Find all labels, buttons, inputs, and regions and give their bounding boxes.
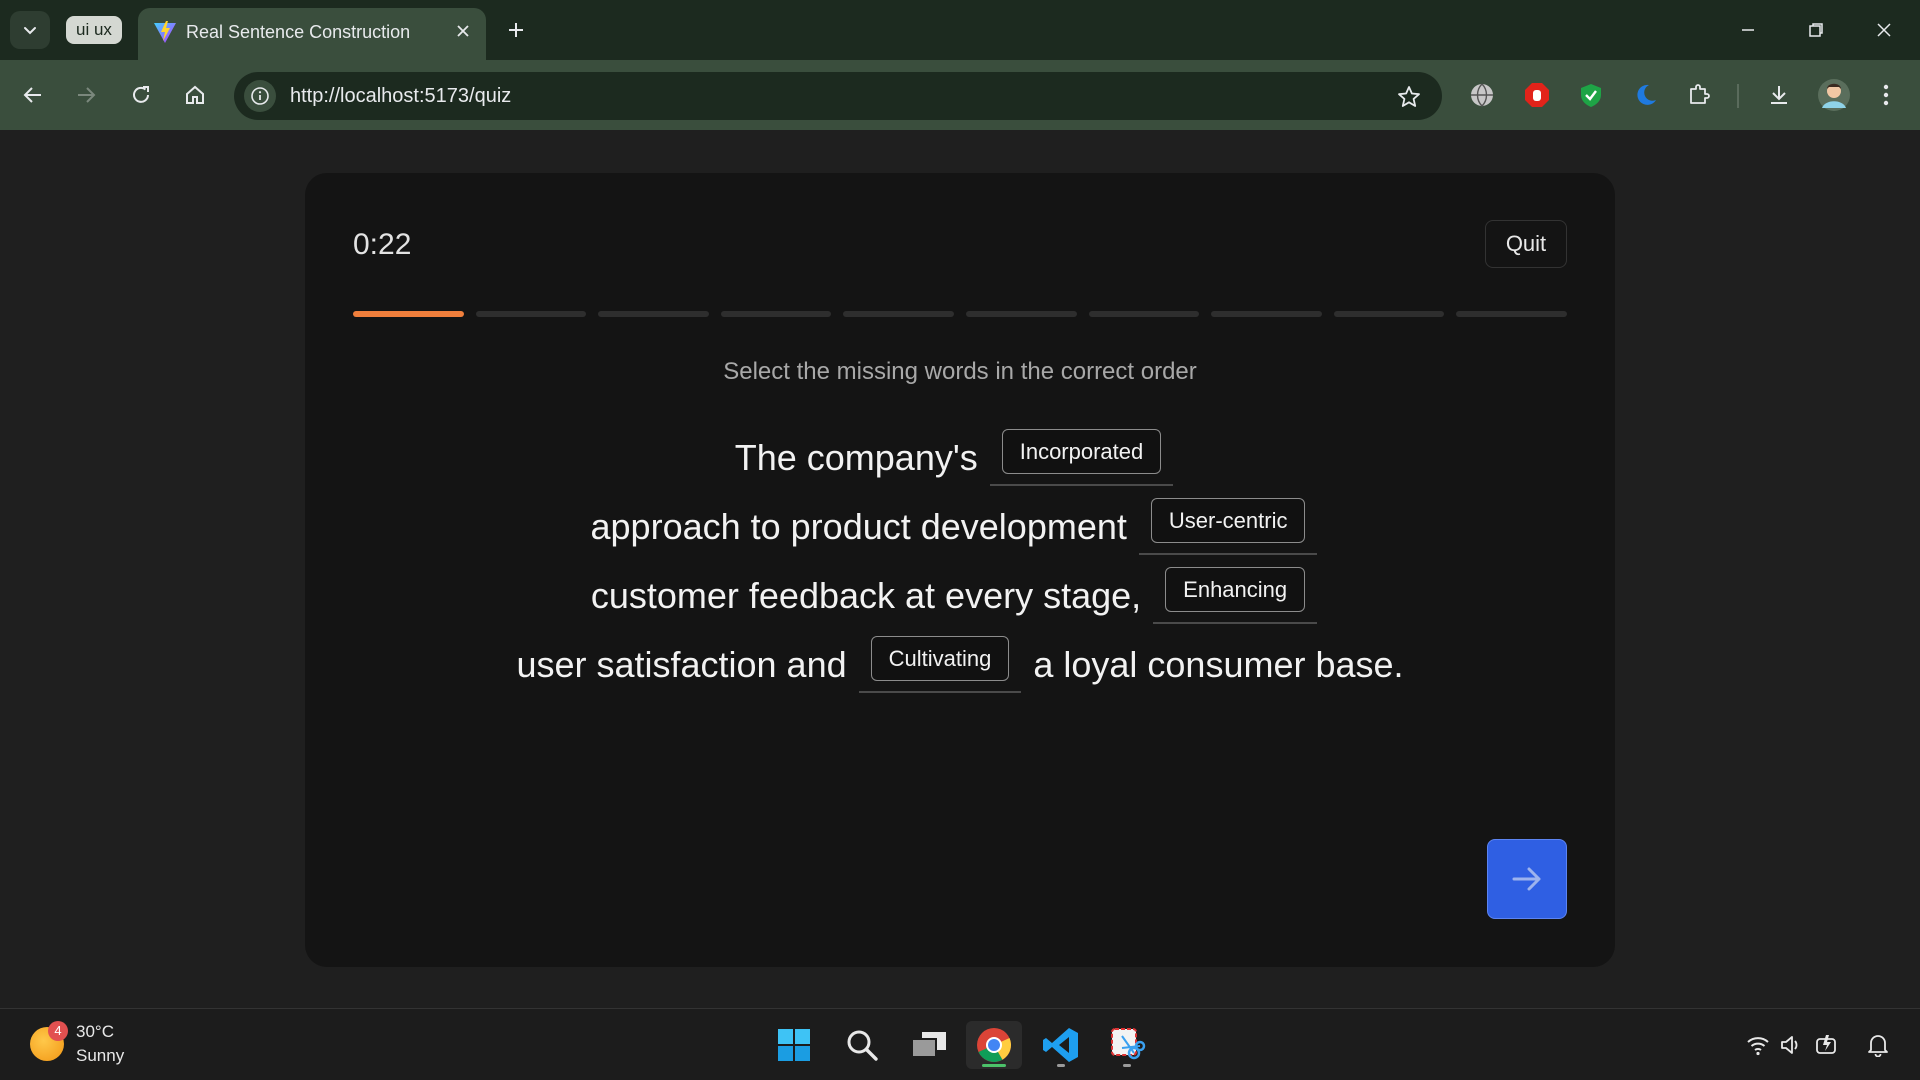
shield-check-icon[interactable] (1576, 80, 1606, 110)
sentence-text: The company's (734, 436, 978, 478)
new-tab-plus-icon[interactable] (500, 14, 532, 46)
progress-segment (475, 311, 587, 317)
browser-toolbar: http://localhost:5173/quiz (0, 60, 1920, 130)
site-info-icon[interactable] (244, 80, 276, 112)
browser-tabstrip: ui ux Real Sentence Construction (0, 0, 1920, 60)
word-chip-2[interactable]: User-centric (1150, 498, 1306, 543)
forward-arrow-icon[interactable] (66, 75, 106, 115)
address-bar[interactable]: http://localhost:5173/quiz (234, 72, 1442, 120)
toolbar-divider (1737, 84, 1739, 108)
quiz-card: 0:22 Quit Select the missing words in th… (305, 173, 1615, 967)
running-indicator (982, 1064, 1006, 1067)
weather-notification-badge: 4 (48, 1021, 68, 1041)
weather-temperature[interactable]: 30°C (76, 1022, 114, 1042)
sentence-text: a loyal consumer base. (1033, 643, 1404, 685)
progress-segment-current (353, 311, 464, 317)
tab-title: Real Sentence Construction (186, 22, 411, 42)
download-icon[interactable] (1764, 80, 1794, 110)
sentence-text: user satisfaction and (516, 643, 847, 685)
sentence-line: user satisfaction and Cultivating a loya… (305, 630, 1615, 699)
blank-slot-1[interactable]: Incorporated (989, 429, 1174, 486)
vite-logo-icon (154, 21, 176, 43)
progress-segment (1456, 311, 1567, 317)
dark-mode-moon-icon[interactable] (1630, 80, 1660, 110)
active-tab[interactable]: Real Sentence Construction (138, 8, 486, 60)
url-text[interactable]: http://localhost:5173/quiz (290, 85, 511, 108)
blank-slot-3[interactable]: Enhancing (1153, 567, 1318, 624)
os-taskbar: 4 30°C Sunny (0, 1008, 1920, 1080)
progress-segment (720, 311, 832, 317)
chrome-taskbar-icon[interactable] (966, 1021, 1022, 1069)
sentence-text: customer feedback at every stage, (590, 574, 1142, 616)
sentence-line: The company's Incorporated (305, 423, 1615, 492)
vscode-taskbar-icon[interactable] (1033, 1021, 1089, 1069)
tab-search-button[interactable] (10, 11, 50, 49)
word-chip-3[interactable]: Enhancing (1165, 567, 1306, 612)
sentence-area: The company's Incorporated approach to p… (305, 423, 1615, 699)
battery-charging-icon[interactable] (1813, 1031, 1841, 1059)
quiz-timer: 0:22 (353, 228, 412, 261)
weather-condition[interactable]: Sunny (76, 1046, 124, 1066)
tab-group-chip[interactable]: ui ux (66, 16, 122, 44)
minimize-icon[interactable] (1726, 10, 1770, 50)
blank-slot-2[interactable]: User-centric (1138, 498, 1318, 555)
progress-segment (598, 311, 709, 317)
close-window-icon[interactable] (1862, 10, 1906, 50)
sentence-text: approach to product development (590, 505, 1127, 547)
progress-segment (1333, 311, 1445, 317)
quit-button[interactable]: Quit (1485, 220, 1567, 268)
home-icon[interactable] (175, 75, 215, 115)
progress-segment (1088, 311, 1200, 317)
sentence-line: customer feedback at every stage, Enhanc… (305, 561, 1615, 630)
reload-icon[interactable] (121, 75, 161, 115)
back-arrow-icon[interactable] (13, 75, 53, 115)
chevron-down-icon (24, 27, 36, 35)
arrow-right-icon (1512, 867, 1541, 891)
word-chip-1[interactable]: Incorporated (1001, 429, 1162, 474)
notification-bell-icon[interactable] (1864, 1031, 1892, 1059)
task-view-icon[interactable] (901, 1021, 957, 1069)
windows-start-icon[interactable] (766, 1021, 822, 1069)
extensions-puzzle-icon[interactable] (1684, 80, 1714, 110)
tab-close-icon[interactable] (450, 18, 476, 44)
globe-extension-icon[interactable] (1467, 80, 1497, 110)
wifi-icon[interactable] (1744, 1031, 1772, 1059)
progress-segment (843, 311, 954, 317)
adblock-hand-icon[interactable] (1522, 80, 1552, 110)
question-progress-bar (353, 311, 1567, 317)
browser-menu-icon[interactable] (1871, 80, 1901, 110)
blank-slot-4[interactable]: Cultivating (858, 636, 1022, 693)
running-indicator (1057, 1064, 1065, 1067)
progress-segment (1211, 311, 1322, 317)
running-indicator (1123, 1064, 1131, 1067)
page-viewport: 0:22 Quit Select the missing words in th… (0, 130, 1920, 1008)
sentence-line: approach to product development User-cen… (305, 492, 1615, 561)
quiz-instruction: Select the missing words in the correct … (723, 358, 1197, 385)
next-button[interactable] (1487, 839, 1567, 919)
bookmark-star-icon[interactable] (1396, 84, 1422, 110)
progress-segment (965, 311, 1077, 317)
snipping-tool-taskbar-icon[interactable] (1099, 1021, 1155, 1069)
profile-avatar-icon[interactable] (1816, 77, 1852, 113)
volume-icon[interactable] (1777, 1031, 1805, 1059)
word-chip-4[interactable]: Cultivating (870, 636, 1010, 681)
restore-icon[interactable] (1794, 10, 1838, 50)
search-icon[interactable] (834, 1021, 890, 1069)
